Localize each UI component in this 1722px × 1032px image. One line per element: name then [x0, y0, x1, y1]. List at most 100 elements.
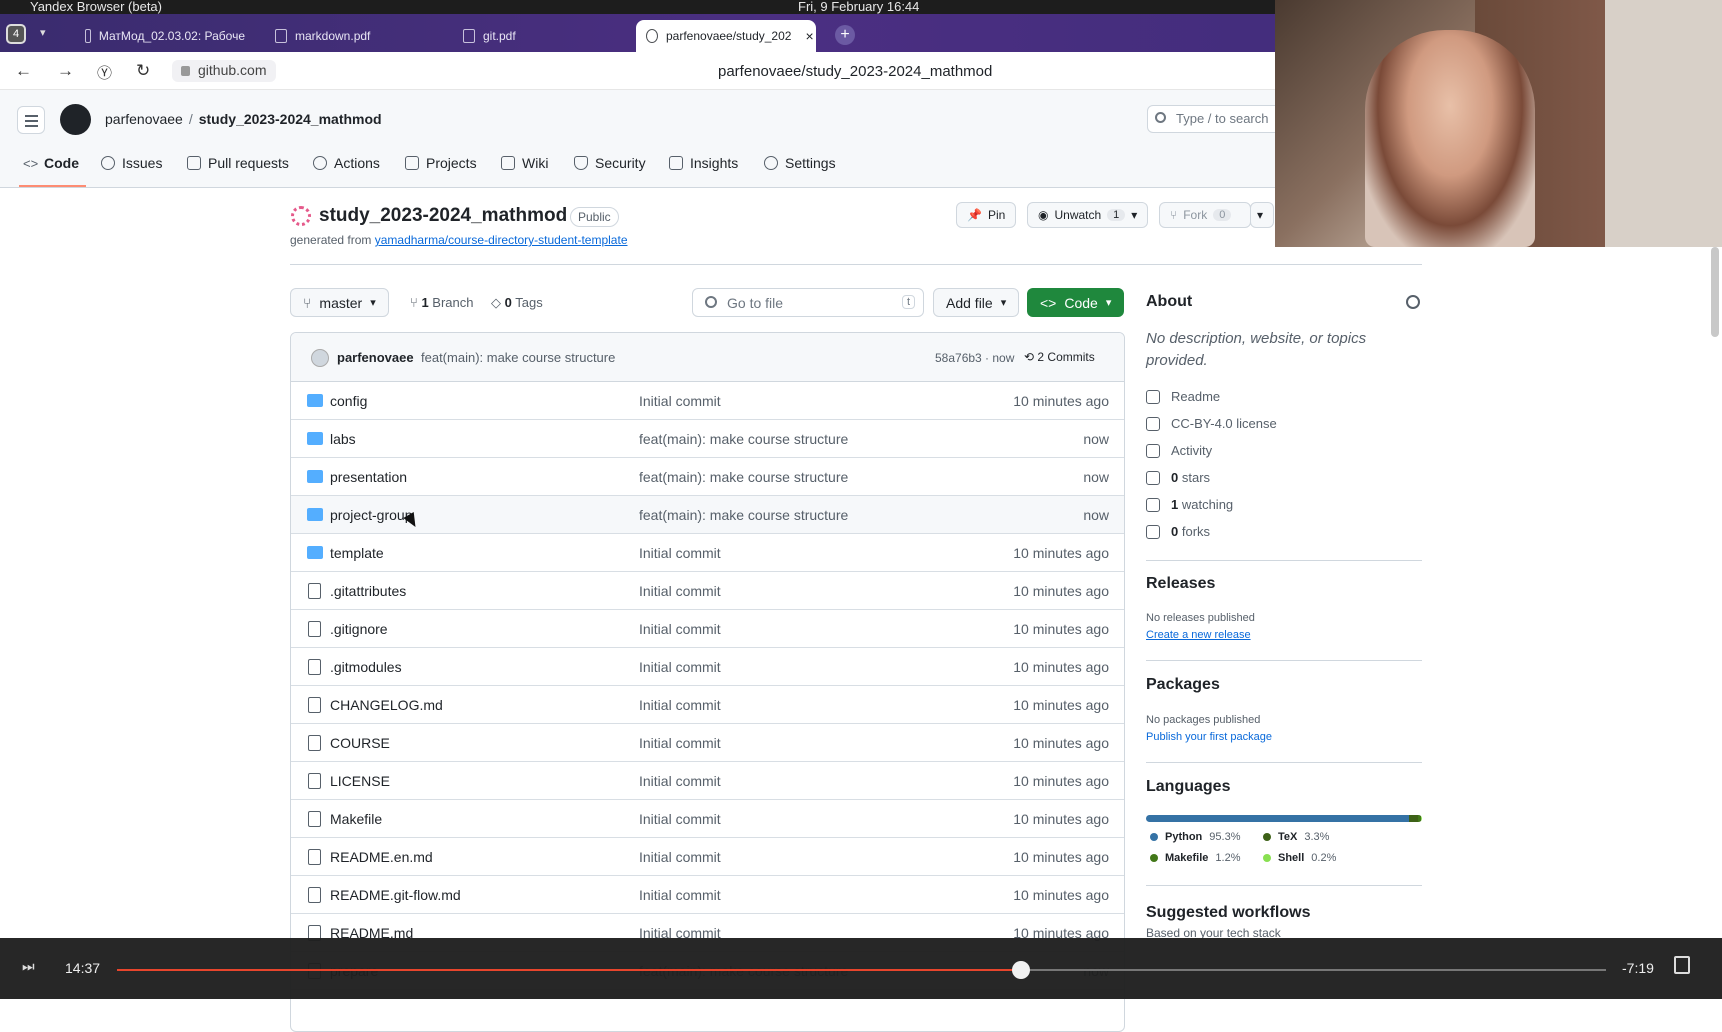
file-name[interactable]: README.en.md: [330, 849, 433, 865]
tab-issues[interactable]: Issues: [101, 155, 162, 171]
commit-hash[interactable]: 58a76b3 · now: [935, 351, 1014, 365]
commit-author[interactable]: parfenovaee: [337, 350, 414, 365]
picture-in-picture-icon[interactable]: [1674, 956, 1690, 974]
fork-button[interactable]: ⑂ Fork 0: [1159, 202, 1251, 228]
tab-count-badge[interactable]: 4: [6, 24, 26, 44]
about-item[interactable]: Activity: [1146, 443, 1212, 458]
browser-tab-markdown[interactable]: markdown.pdf: [265, 20, 440, 52]
file-name[interactable]: presentation: [330, 469, 407, 485]
tab-insights[interactable]: Insights: [669, 155, 738, 171]
language-item[interactable]: Makefile 1.2%: [1150, 852, 1241, 864]
tab-pull-requests[interactable]: Pull requests: [187, 155, 289, 171]
packages-heading[interactable]: Packages: [1146, 676, 1220, 694]
seek-handle[interactable]: [1011, 961, 1030, 979]
os-clock[interactable]: Fri, 9 February 16:44: [798, 0, 919, 14]
table-row[interactable]: .gitmodules Initial commit 10 minutes ago: [291, 648, 1124, 686]
file-commit-message[interactable]: feat(main): make course structure: [639, 431, 848, 447]
gear-icon[interactable]: [1406, 295, 1420, 309]
tab-security[interactable]: Security: [574, 155, 646, 171]
file-name[interactable]: COURSE: [330, 735, 390, 751]
browser-tab-git[interactable]: git.pdf: [453, 20, 628, 52]
file-commit-message[interactable]: Initial commit: [639, 735, 721, 751]
tab-projects[interactable]: Projects: [405, 155, 477, 171]
lock-icon[interactable]: [181, 66, 190, 76]
file-commit-message[interactable]: Initial commit: [639, 697, 721, 713]
breadcrumb-repo[interactable]: study_2023-2024_mathmod: [199, 111, 382, 127]
file-name[interactable]: .gitattributes: [330, 583, 406, 599]
file-commit-message[interactable]: Initial commit: [639, 621, 721, 637]
back-icon[interactable]: ←: [15, 61, 32, 81]
about-item[interactable]: Readme: [1146, 389, 1220, 404]
commit-message[interactable]: feat(main): make course structure: [421, 350, 615, 365]
file-name[interactable]: project-group: [330, 507, 413, 523]
file-commit-message[interactable]: Initial commit: [639, 773, 721, 789]
table-row[interactable]: README.git-flow.md Initial commit 10 minut…: [291, 876, 1124, 914]
publish-package-link[interactable]: Publish your first package: [1146, 731, 1272, 743]
avatar[interactable]: [311, 349, 329, 367]
github-logo-icon[interactable]: [60, 104, 91, 135]
about-item[interactable]: 1 watching: [1146, 497, 1233, 512]
table-row[interactable]: README.en.md Initial commit 10 minutes ago: [291, 838, 1124, 876]
tab-code[interactable]: <> Code: [23, 155, 79, 171]
file-commit-message[interactable]: Initial commit: [639, 393, 721, 409]
yandex-icon[interactable]: Ⓨ: [97, 62, 112, 83]
reload-icon[interactable]: ↻: [136, 61, 150, 81]
new-tab-button[interactable]: +: [835, 25, 855, 45]
about-item[interactable]: 0 stars: [1146, 470, 1210, 485]
file-name[interactable]: config: [330, 393, 367, 409]
tab-actions[interactable]: Actions: [313, 155, 380, 171]
add-file-button[interactable]: Add file ▾: [933, 288, 1020, 317]
about-item[interactable]: CC-BY-4.0 license: [1146, 416, 1277, 431]
releases-heading[interactable]: Releases: [1146, 575, 1215, 593]
code-button[interactable]: <> Code ▾: [1027, 288, 1125, 317]
file-commit-message[interactable]: feat(main): make course structure: [639, 469, 848, 485]
branch-count-link[interactable]: ⑂ 1 Branch: [410, 295, 474, 310]
table-row[interactable]: template Initial commit 10 minutes ago: [291, 534, 1124, 572]
commits-link[interactable]: ⟲ 2 Commits: [1024, 350, 1095, 364]
file-name[interactable]: README.git-flow.md: [330, 887, 461, 903]
language-item[interactable]: Shell 0.2%: [1263, 852, 1336, 864]
about-item[interactable]: 0 forks: [1146, 524, 1210, 539]
close-icon[interactable]: ×: [805, 28, 813, 44]
template-link[interactable]: yamadharma/course-directory-student-temp…: [375, 233, 628, 247]
file-name[interactable]: .gitmodules: [330, 659, 402, 675]
chevron-down-icon[interactable]: ▾: [40, 26, 46, 39]
file-commit-message[interactable]: feat(main): make course structure: [639, 507, 848, 523]
browser-tab-github[interactable]: parfenovaee/study_202 ×: [636, 20, 816, 52]
branch-select[interactable]: ⑂ master ▾: [290, 288, 389, 317]
menu-icon[interactable]: [17, 106, 45, 134]
language-item[interactable]: Python 95.3%: [1150, 831, 1240, 843]
table-row[interactable]: .gitignore Initial commit 10 minutes ago: [291, 610, 1124, 648]
tab-settings[interactable]: Settings: [764, 155, 836, 171]
tags-link[interactable]: ◇ 0 Tags: [491, 295, 543, 311]
file-name[interactable]: .gitignore: [330, 621, 388, 637]
file-commit-message[interactable]: Initial commit: [639, 811, 721, 827]
file-name[interactable]: CHANGELOG.md: [330, 697, 443, 713]
forward-icon[interactable]: →: [57, 61, 74, 81]
create-release-link[interactable]: Create a new release: [1146, 629, 1251, 641]
tab-wiki[interactable]: Wiki: [501, 155, 548, 171]
pin-button[interactable]: 📌 Pin: [956, 202, 1017, 228]
breadcrumb-owner[interactable]: parfenovaee: [105, 111, 183, 127]
table-row[interactable]: presentation feat(main): make course stru…: [291, 458, 1124, 496]
file-name[interactable]: Makefile: [330, 811, 382, 827]
file-commit-message[interactable]: Initial commit: [639, 583, 721, 599]
file-commit-message[interactable]: Initial commit: [639, 659, 721, 675]
fork-dropdown-button[interactable]: ▾: [1250, 202, 1274, 228]
file-commit-message[interactable]: Initial commit: [639, 849, 721, 865]
table-row[interactable]: CHANGELOG.md Initial commit 10 minutes ago: [291, 686, 1124, 724]
repo-name[interactable]: study_2023-2024_mathmod: [319, 205, 567, 227]
table-row[interactable]: Makefile Initial commit 10 minutes ago: [291, 800, 1124, 838]
search-input[interactable]: Type / to search: [1147, 105, 1287, 133]
file-commit-message[interactable]: Initial commit: [639, 545, 721, 561]
skip-forward-icon[interactable]: ⏭: [22, 958, 35, 975]
go-to-file-input[interactable]: Go to file: [692, 288, 924, 317]
table-row[interactable]: LICENSE Initial commit 10 minutes ago: [291, 762, 1124, 800]
file-name[interactable]: labs: [330, 431, 356, 447]
page-scrollbar[interactable]: [1711, 247, 1719, 337]
browser-tab-matmod[interactable]: МатМод_02.03.02: Рабоче: [75, 20, 245, 52]
file-name[interactable]: template: [330, 545, 384, 561]
language-item[interactable]: TeX 3.3%: [1263, 831, 1329, 843]
file-commit-message[interactable]: Initial commit: [639, 887, 721, 903]
table-row[interactable]: COURSE Initial commit 10 minutes ago: [291, 724, 1124, 762]
